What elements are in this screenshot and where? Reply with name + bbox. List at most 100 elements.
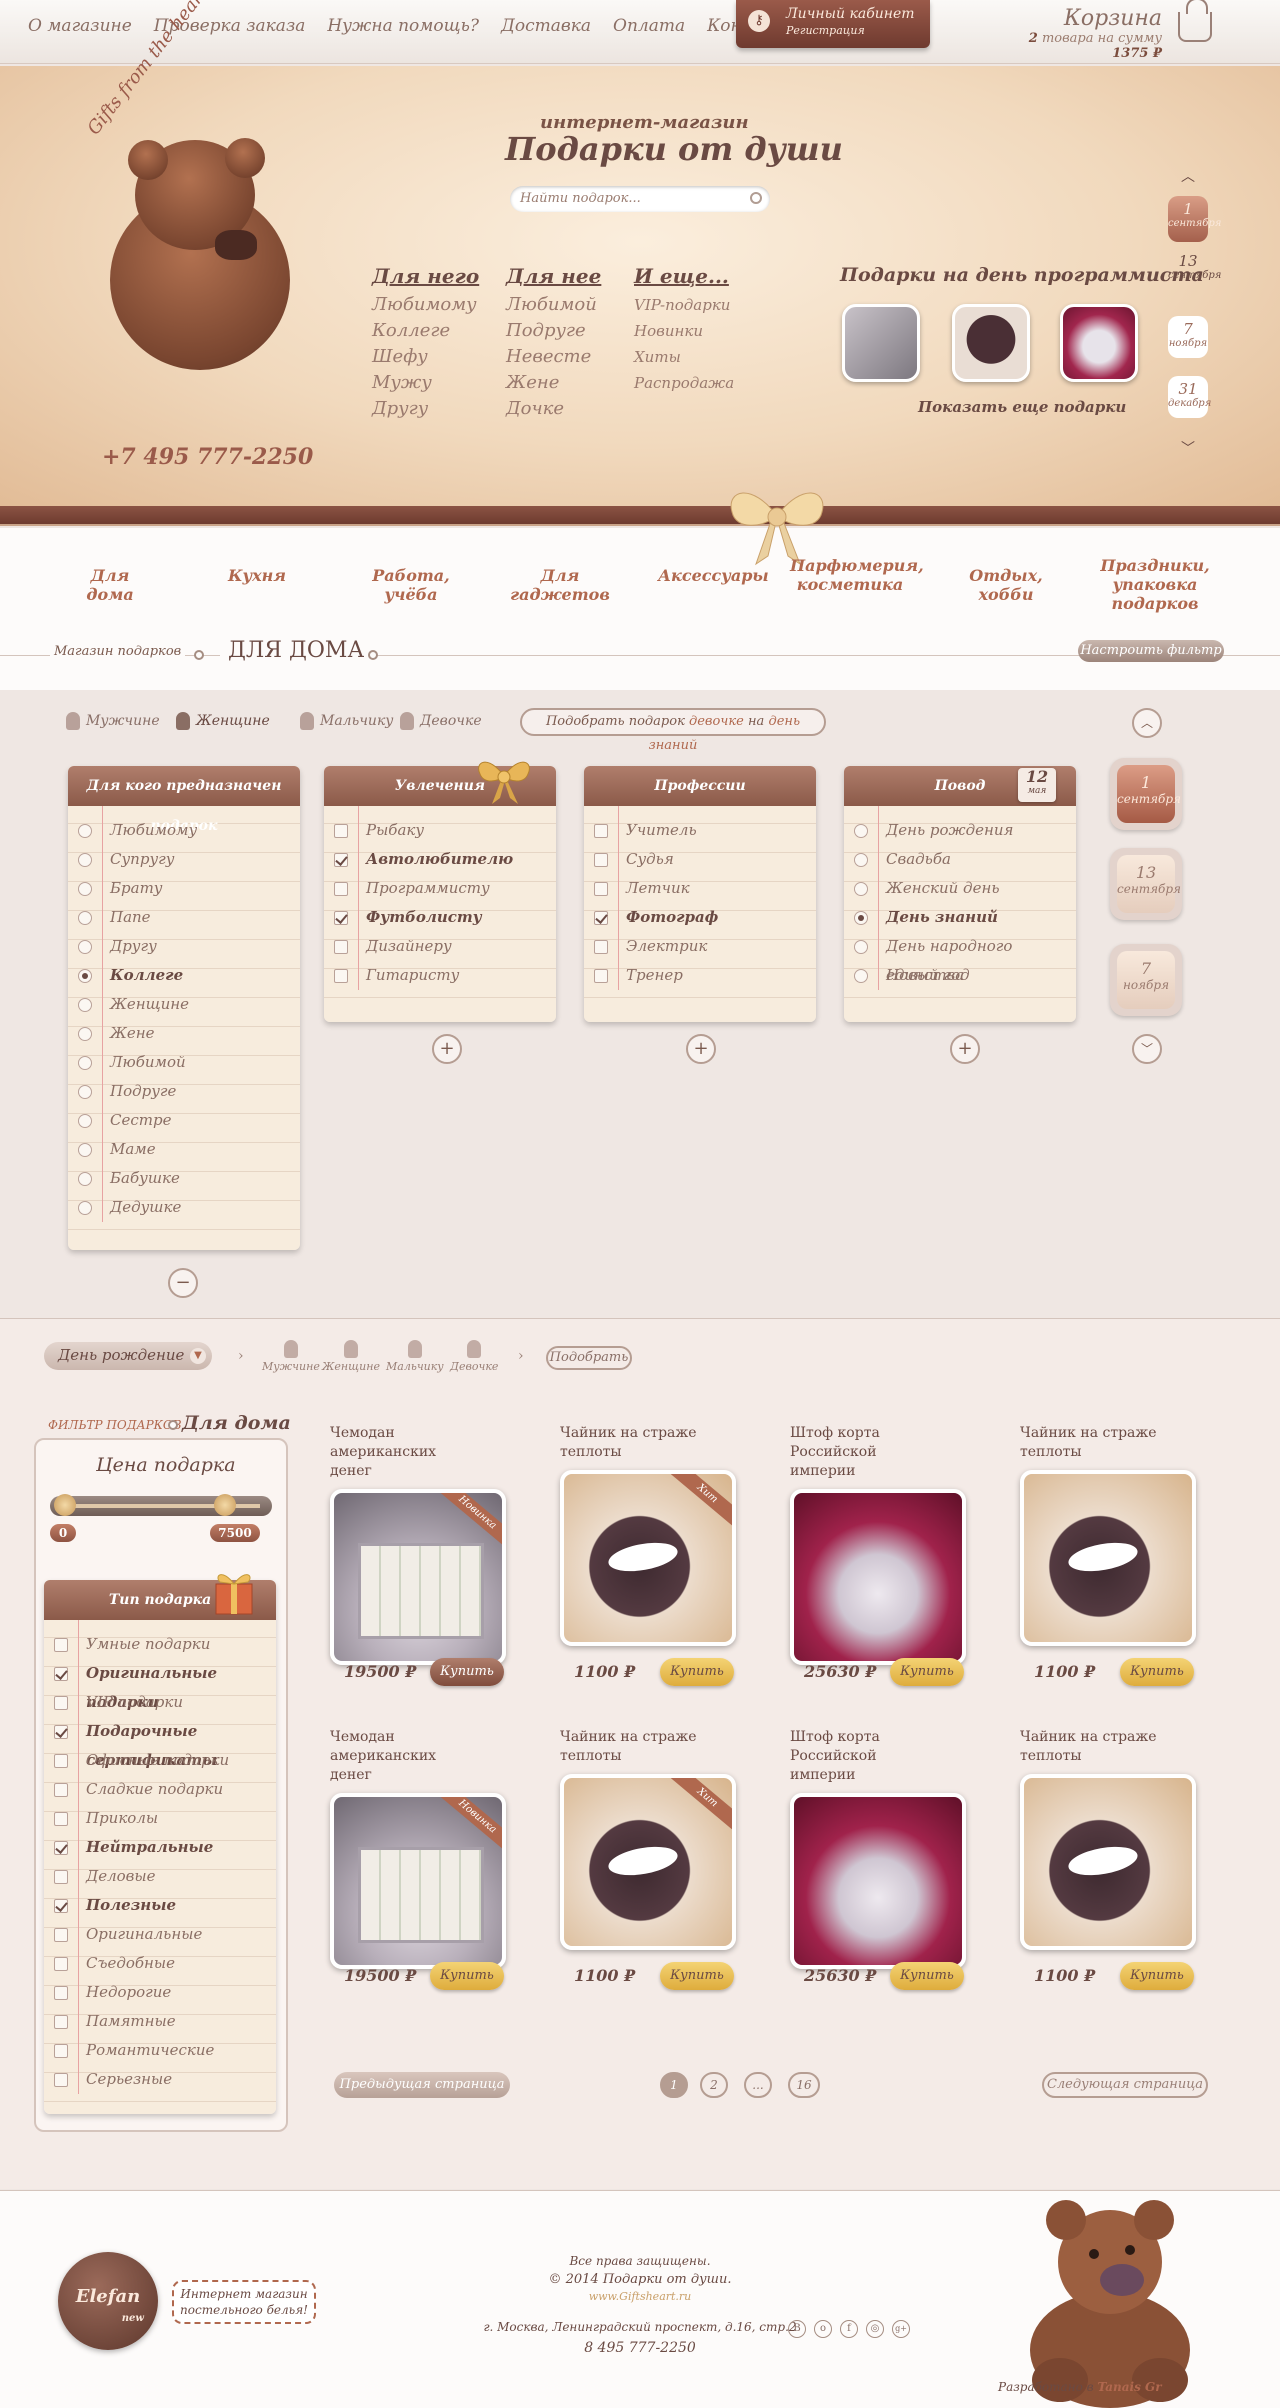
product-title[interactable]: Чайник на страже теплоты [1020,1728,1170,1766]
personal-cabinet-button[interactable]: ⚷ Личный кабинет Регистрация [736,0,930,48]
collapse-recipient-button[interactable]: − [168,1268,198,1298]
gift-thumb-crown[interactable] [1060,304,1138,382]
topnav-help[interactable]: Нужна помощь? [327,16,479,36]
menu-item[interactable]: Коллеге [372,318,479,344]
gender-woman[interactable]: Женщине [176,712,270,730]
page-1[interactable]: 1 [660,2072,688,2098]
footer-site-link[interactable]: www.Giftsheart.ru [440,2290,840,2303]
radio-button[interactable] [78,1143,92,1157]
option-row[interactable]: Памятные [44,2007,276,2036]
search-input[interactable]: Найти подарок... [510,186,770,212]
option-row[interactable]: VIP подарки [44,1688,276,1717]
scroll-down-button[interactable]: ﹀ [1132,1034,1162,1064]
checkbox[interactable] [54,1725,68,1739]
date-card-active[interactable]: 1 сентября [1168,196,1221,242]
menu-item[interactable]: Другу [372,396,479,422]
option-row[interactable]: Бабушке [68,1164,300,1193]
chevron-up-icon[interactable]: ︿ [1168,166,1208,186]
checkbox[interactable] [594,824,608,838]
checkbox[interactable] [54,1928,68,1942]
radio-button[interactable] [78,1085,92,1099]
buy-button[interactable]: Купить [430,1658,504,1686]
option-row[interactable]: Деловые [44,1862,276,1891]
checkbox[interactable] [334,853,348,867]
option-row[interactable]: Тренер [584,961,816,990]
checkbox[interactable] [54,1812,68,1826]
basket-icon[interactable] [1178,0,1212,42]
product-title[interactable]: Чемодан американских денег [330,1424,480,1481]
option-row[interactable]: Любимой [68,1048,300,1077]
shop-logo-title[interactable]: Подарки от души [505,130,843,168]
radio-button[interactable] [78,940,92,954]
option-row[interactable]: Учитель [584,816,816,845]
menu-item[interactable]: Любимой [506,292,601,318]
date-card[interactable]: 7 ноября [1168,316,1208,358]
side-date-card[interactable]: 7 ноября [1110,944,1182,1016]
cat-gadgets[interactable]: Для гаджетов [500,566,620,604]
checkbox[interactable] [54,1957,68,1971]
option-row[interactable]: День рождения [844,816,1076,845]
product-image[interactable]: Новинка [330,1489,506,1665]
side-date-card[interactable]: 13 сентября [1110,848,1182,920]
checkbox[interactable] [334,882,348,896]
option-row[interactable]: Офисные подарки [44,1746,276,1775]
cat-accessories[interactable]: Аксессуары [658,566,769,585]
option-row[interactable]: Брату [68,874,300,903]
next-page-button[interactable]: Следующая страница [1042,2072,1208,2098]
option-row[interactable]: Любимому [68,816,300,845]
date-card[interactable]: 31 декабря [1168,376,1211,418]
option-row[interactable]: Судья [584,845,816,874]
option-row[interactable]: Сестре [68,1106,300,1135]
option-row[interactable]: Электрик [584,932,816,961]
option-row[interactable]: День знаний [844,903,1076,932]
buy-button[interactable]: Купить [660,1658,734,1686]
option-row[interactable]: Другу [68,932,300,961]
checkbox[interactable] [54,1870,68,1884]
option-row[interactable]: Сладкие подарки [44,1775,276,1804]
radio-button[interactable] [78,911,92,925]
buy-button[interactable]: Купить [890,1962,964,1990]
menu-head[interactable]: И еще... [634,264,734,288]
checkbox[interactable] [54,2015,68,2029]
checkbox[interactable] [594,940,608,954]
gift-thumb-case[interactable] [842,304,920,382]
checkbox[interactable] [54,1638,68,1652]
menu-item[interactable]: VIP-подарки [634,292,734,318]
product-card[interactable]: Чайник на страже теплоты 1100 ₽ Купить [1020,1728,1220,1998]
cat-holidays[interactable]: Праздники, упаковка подарков [1100,556,1210,613]
menu-item[interactable]: Жене [506,370,601,396]
cat-hobby[interactable]: Отдых, хобби [946,566,1066,604]
product-title[interactable]: Чемодан американских денег [330,1728,480,1785]
option-row[interactable]: Подарочные сертификаты [44,1717,276,1769]
instagram-icon[interactable]: ◎ [866,2320,884,2338]
option-row[interactable]: Жене [68,1019,300,1048]
option-row[interactable]: Летчик [584,874,816,903]
product-card[interactable]: Штоф корта Российской империи 25630 ₽ Купи… [790,1424,990,1694]
product-image[interactable] [790,1489,966,1665]
radio-button[interactable] [854,882,868,896]
checkbox[interactable] [54,1986,68,2000]
product-card[interactable]: Чайник на страже теплоты Хит 1100 ₽ Купить [560,1424,760,1694]
checkbox[interactable] [54,2044,68,2058]
radio-button[interactable] [854,853,868,867]
registration-link[interactable]: Регистрация [786,24,865,37]
option-row[interactable]: День народного единства [844,932,1076,984]
radio-button[interactable] [78,1172,92,1186]
checkbox[interactable] [54,1696,68,1710]
radio-button[interactable] [78,853,92,867]
menu-item[interactable]: Новинки [634,318,734,344]
checkbox[interactable] [54,1667,68,1681]
breadcrumb-shop[interactable]: Магазин подарков [50,644,186,659]
google-plus-icon[interactable]: g+ [892,2320,910,2338]
product-title[interactable]: Штоф корта Российской империи [790,1728,940,1785]
menu-item[interactable]: Подруге [506,318,601,344]
elefan-logo[interactable]: Elefan new [58,2252,158,2350]
checkbox[interactable] [54,1783,68,1797]
radio-button[interactable] [78,998,92,1012]
expand-occasion-button[interactable]: + [950,1034,980,1064]
facebook-icon[interactable]: f [840,2320,858,2338]
radio-button[interactable] [78,1056,92,1070]
option-row[interactable]: Съедобные [44,1949,276,1978]
menu-item[interactable]: Дочке [506,396,601,422]
option-row[interactable]: Автолюбителю [324,845,556,874]
